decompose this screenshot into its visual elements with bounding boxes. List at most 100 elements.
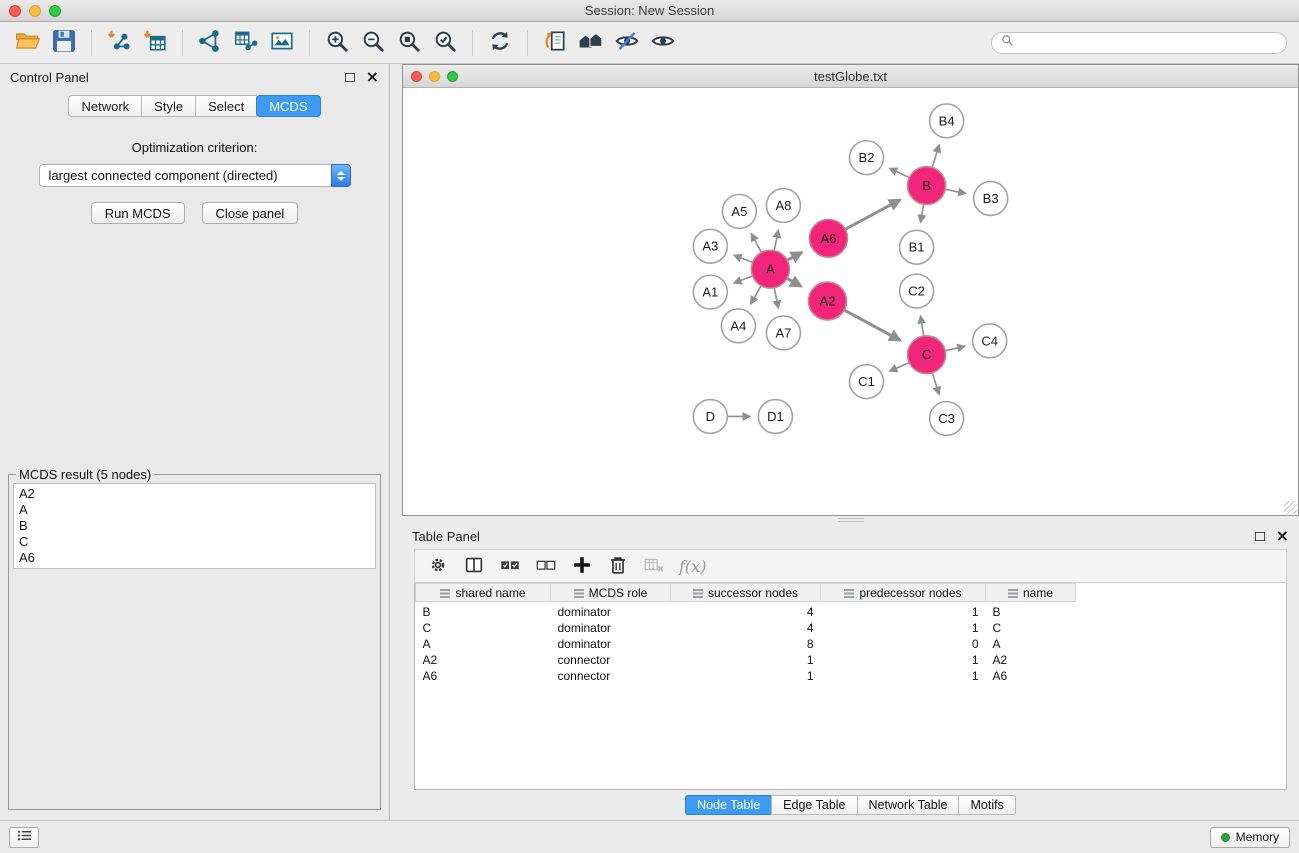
birds-eye-view-button[interactable] <box>645 26 681 60</box>
horizontal-splitter[interactable] <box>402 516 1299 523</box>
open-session-button[interactable] <box>10 26 46 60</box>
run-mcds-button[interactable]: Run MCDS <box>91 202 185 224</box>
network-window-titlebar[interactable]: testGlobe.txt <box>403 65 1298 88</box>
show-columns-button[interactable] <box>459 551 489 581</box>
graph-node-A5[interactable]: A5 <box>722 195 756 229</box>
memory-button[interactable]: Memory <box>1210 827 1290 848</box>
zoom-network-window-button[interactable] <box>447 71 458 82</box>
column-header[interactable]: predecessor nodes <box>821 584 986 602</box>
graph-edge[interactable] <box>889 363 909 372</box>
graph-node-A7[interactable]: A7 <box>766 316 800 350</box>
graph-node-C1[interactable]: C1 <box>849 365 883 399</box>
close-table-panel-icon[interactable]: × <box>1276 528 1289 544</box>
minimize-network-window-button[interactable] <box>429 71 440 82</box>
table-row[interactable]: Adominator80A <box>416 636 1076 652</box>
mcds-result-item[interactable]: A2 <box>19 486 370 502</box>
import-network-button[interactable] <box>101 26 137 60</box>
graphics-details-toggle-button[interactable] <box>609 26 645 60</box>
tab-select[interactable]: Select <box>195 95 257 117</box>
zoom-window-button[interactable] <box>49 5 61 17</box>
table-tab-network-table[interactable]: Network Table <box>857 795 960 815</box>
deselect-all-button[interactable] <box>531 551 561 581</box>
mcds-result-item[interactable]: B <box>19 518 370 534</box>
graph-edge[interactable] <box>945 189 966 193</box>
tab-style[interactable]: Style <box>141 95 196 117</box>
graph-node-B1[interactable]: B1 <box>900 230 934 264</box>
table-tab-motifs[interactable]: Motifs <box>958 795 1015 815</box>
criterion-select[interactable]: largest connected component (directed) <box>39 164 351 187</box>
graph-node-D1[interactable]: D1 <box>758 400 792 434</box>
graph-node-A8[interactable]: A8 <box>766 189 800 223</box>
search-field[interactable] <box>991 32 1287 54</box>
network-canvas[interactable]: B4B2BB3A5A8A6B1A3AC2A1A2A4A7CC4C1C3DD1 <box>403 88 1298 515</box>
mcds-result-item[interactable]: C <box>19 534 370 550</box>
column-header[interactable]: successor nodes <box>671 584 821 602</box>
import-table-button[interactable] <box>137 26 173 60</box>
export-image-button[interactable] <box>264 26 300 60</box>
zoom-out-button[interactable] <box>355 26 391 60</box>
float-panel-icon[interactable] <box>345 73 355 82</box>
graph-node-B[interactable]: B <box>908 167 946 205</box>
tab-network[interactable]: Network <box>68 95 142 117</box>
graph-edge[interactable] <box>945 346 965 350</box>
graph-edge[interactable] <box>787 252 802 260</box>
column-header[interactable]: shared name <box>416 584 551 602</box>
graph-edge[interactable] <box>734 255 753 262</box>
network-from-table-button[interactable] <box>228 26 264 60</box>
graph-edge[interactable] <box>932 145 939 168</box>
graph-edge[interactable] <box>932 373 939 395</box>
minimize-window-button[interactable] <box>29 5 41 17</box>
function-builder-button[interactable]: f(x) <box>679 557 706 576</box>
close-panel-icon[interactable]: × <box>366 69 379 85</box>
table-mode-button[interactable] <box>423 551 453 581</box>
graph-edge[interactable] <box>921 204 924 222</box>
graph-node-A6[interactable]: A6 <box>809 219 847 257</box>
graph-node-A1[interactable]: A1 <box>693 275 727 309</box>
search-input[interactable] <box>1019 35 1277 51</box>
table-row[interactable]: Cdominator41C <box>416 620 1076 636</box>
graph-node-A4[interactable]: A4 <box>721 309 755 343</box>
graph-edge[interactable] <box>920 316 923 336</box>
graph-edge[interactable] <box>734 276 753 283</box>
create-column-button[interactable] <box>567 551 597 581</box>
mcds-result-item[interactable]: A6 <box>19 550 370 566</box>
zoom-in-button[interactable] <box>319 26 355 60</box>
save-session-button[interactable] <box>46 26 82 60</box>
graph-edge[interactable] <box>787 278 801 286</box>
graph-node-D[interactable]: D <box>693 400 727 434</box>
zoom-selected-button[interactable] <box>427 26 463 60</box>
graph-node-B2[interactable]: B2 <box>849 141 883 175</box>
column-header[interactable]: name <box>986 584 1076 602</box>
graph-node-A2[interactable]: A2 <box>808 282 846 320</box>
graph-node-B4[interactable]: B4 <box>930 104 964 138</box>
mcds-result-list[interactable]: A2ABCA6 <box>13 483 376 569</box>
table-tab-edge-table[interactable]: Edge Table <box>771 795 857 815</box>
vertical-splitter[interactable] <box>390 64 402 820</box>
select-all-button[interactable] <box>495 551 525 581</box>
tab-mcds[interactable]: MCDS <box>256 95 320 117</box>
column-header[interactable]: MCDS role <box>551 584 671 602</box>
delete-table-button[interactable] <box>639 551 669 581</box>
graph-edge[interactable] <box>845 200 900 230</box>
graph-node-B3[interactable]: B3 <box>974 182 1008 216</box>
table-tab-node-table[interactable]: Node Table <box>685 795 772 815</box>
graph-edge[interactable] <box>844 310 900 340</box>
home-view-button[interactable] <box>573 26 609 60</box>
graph-edge[interactable] <box>889 168 909 177</box>
reload-document-button[interactable] <box>537 26 573 60</box>
close-panel-button[interactable]: Close panel <box>202 202 299 224</box>
float-table-panel-icon[interactable] <box>1255 532 1265 541</box>
zoom-fit-button[interactable] <box>391 26 427 60</box>
table-row[interactable]: A2connector11A2 <box>416 652 1076 668</box>
task-history-button[interactable] <box>9 827 39 848</box>
close-network-window-button[interactable] <box>411 71 422 82</box>
graph-node-C3[interactable]: C3 <box>930 402 964 436</box>
apply-layout-button[interactable] <box>482 26 518 60</box>
graph-node-A3[interactable]: A3 <box>693 229 727 263</box>
resize-grip[interactable] <box>1284 501 1297 514</box>
table-row[interactable]: A6connector11A6 <box>416 668 1076 684</box>
graph-edge[interactable] <box>751 286 762 305</box>
graph-edge[interactable] <box>774 288 778 309</box>
graph-node-A[interactable]: A <box>751 250 789 288</box>
new-network-button[interactable] <box>192 26 228 60</box>
